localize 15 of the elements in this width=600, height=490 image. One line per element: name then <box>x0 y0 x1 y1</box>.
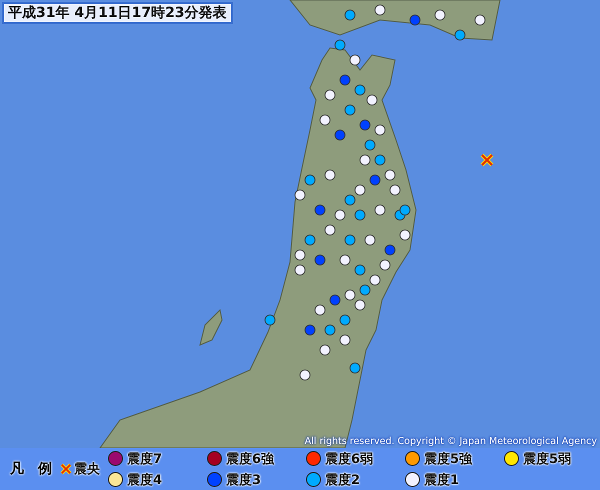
intensity-label: 震度7 <box>127 450 162 468</box>
intensity-label: 震度2 <box>325 472 360 488</box>
intensity-label: 震度4 <box>127 472 162 488</box>
intensity-label: 震度3 <box>226 472 262 488</box>
intensity-label: 震度6強 <box>226 450 274 468</box>
intensity-label: 震度5強 <box>424 450 472 468</box>
epicenter-cross-icon <box>60 463 72 475</box>
epicenter-label: 震央 <box>74 461 100 478</box>
epicenter-cross-icon <box>480 153 494 167</box>
intensity-label: 震度6弱 <box>325 450 374 468</box>
legend-title: 凡 例 <box>10 460 52 478</box>
intensity-label: 震度5弱 <box>523 450 572 468</box>
intensity-label: 震度1 <box>424 472 460 488</box>
issue-date-title: 平成31年 4月11日17時23分発表 <box>2 2 233 24</box>
copyright-text: All rights reserved. Copyright © Japan Meteorological Agency <box>304 436 597 447</box>
